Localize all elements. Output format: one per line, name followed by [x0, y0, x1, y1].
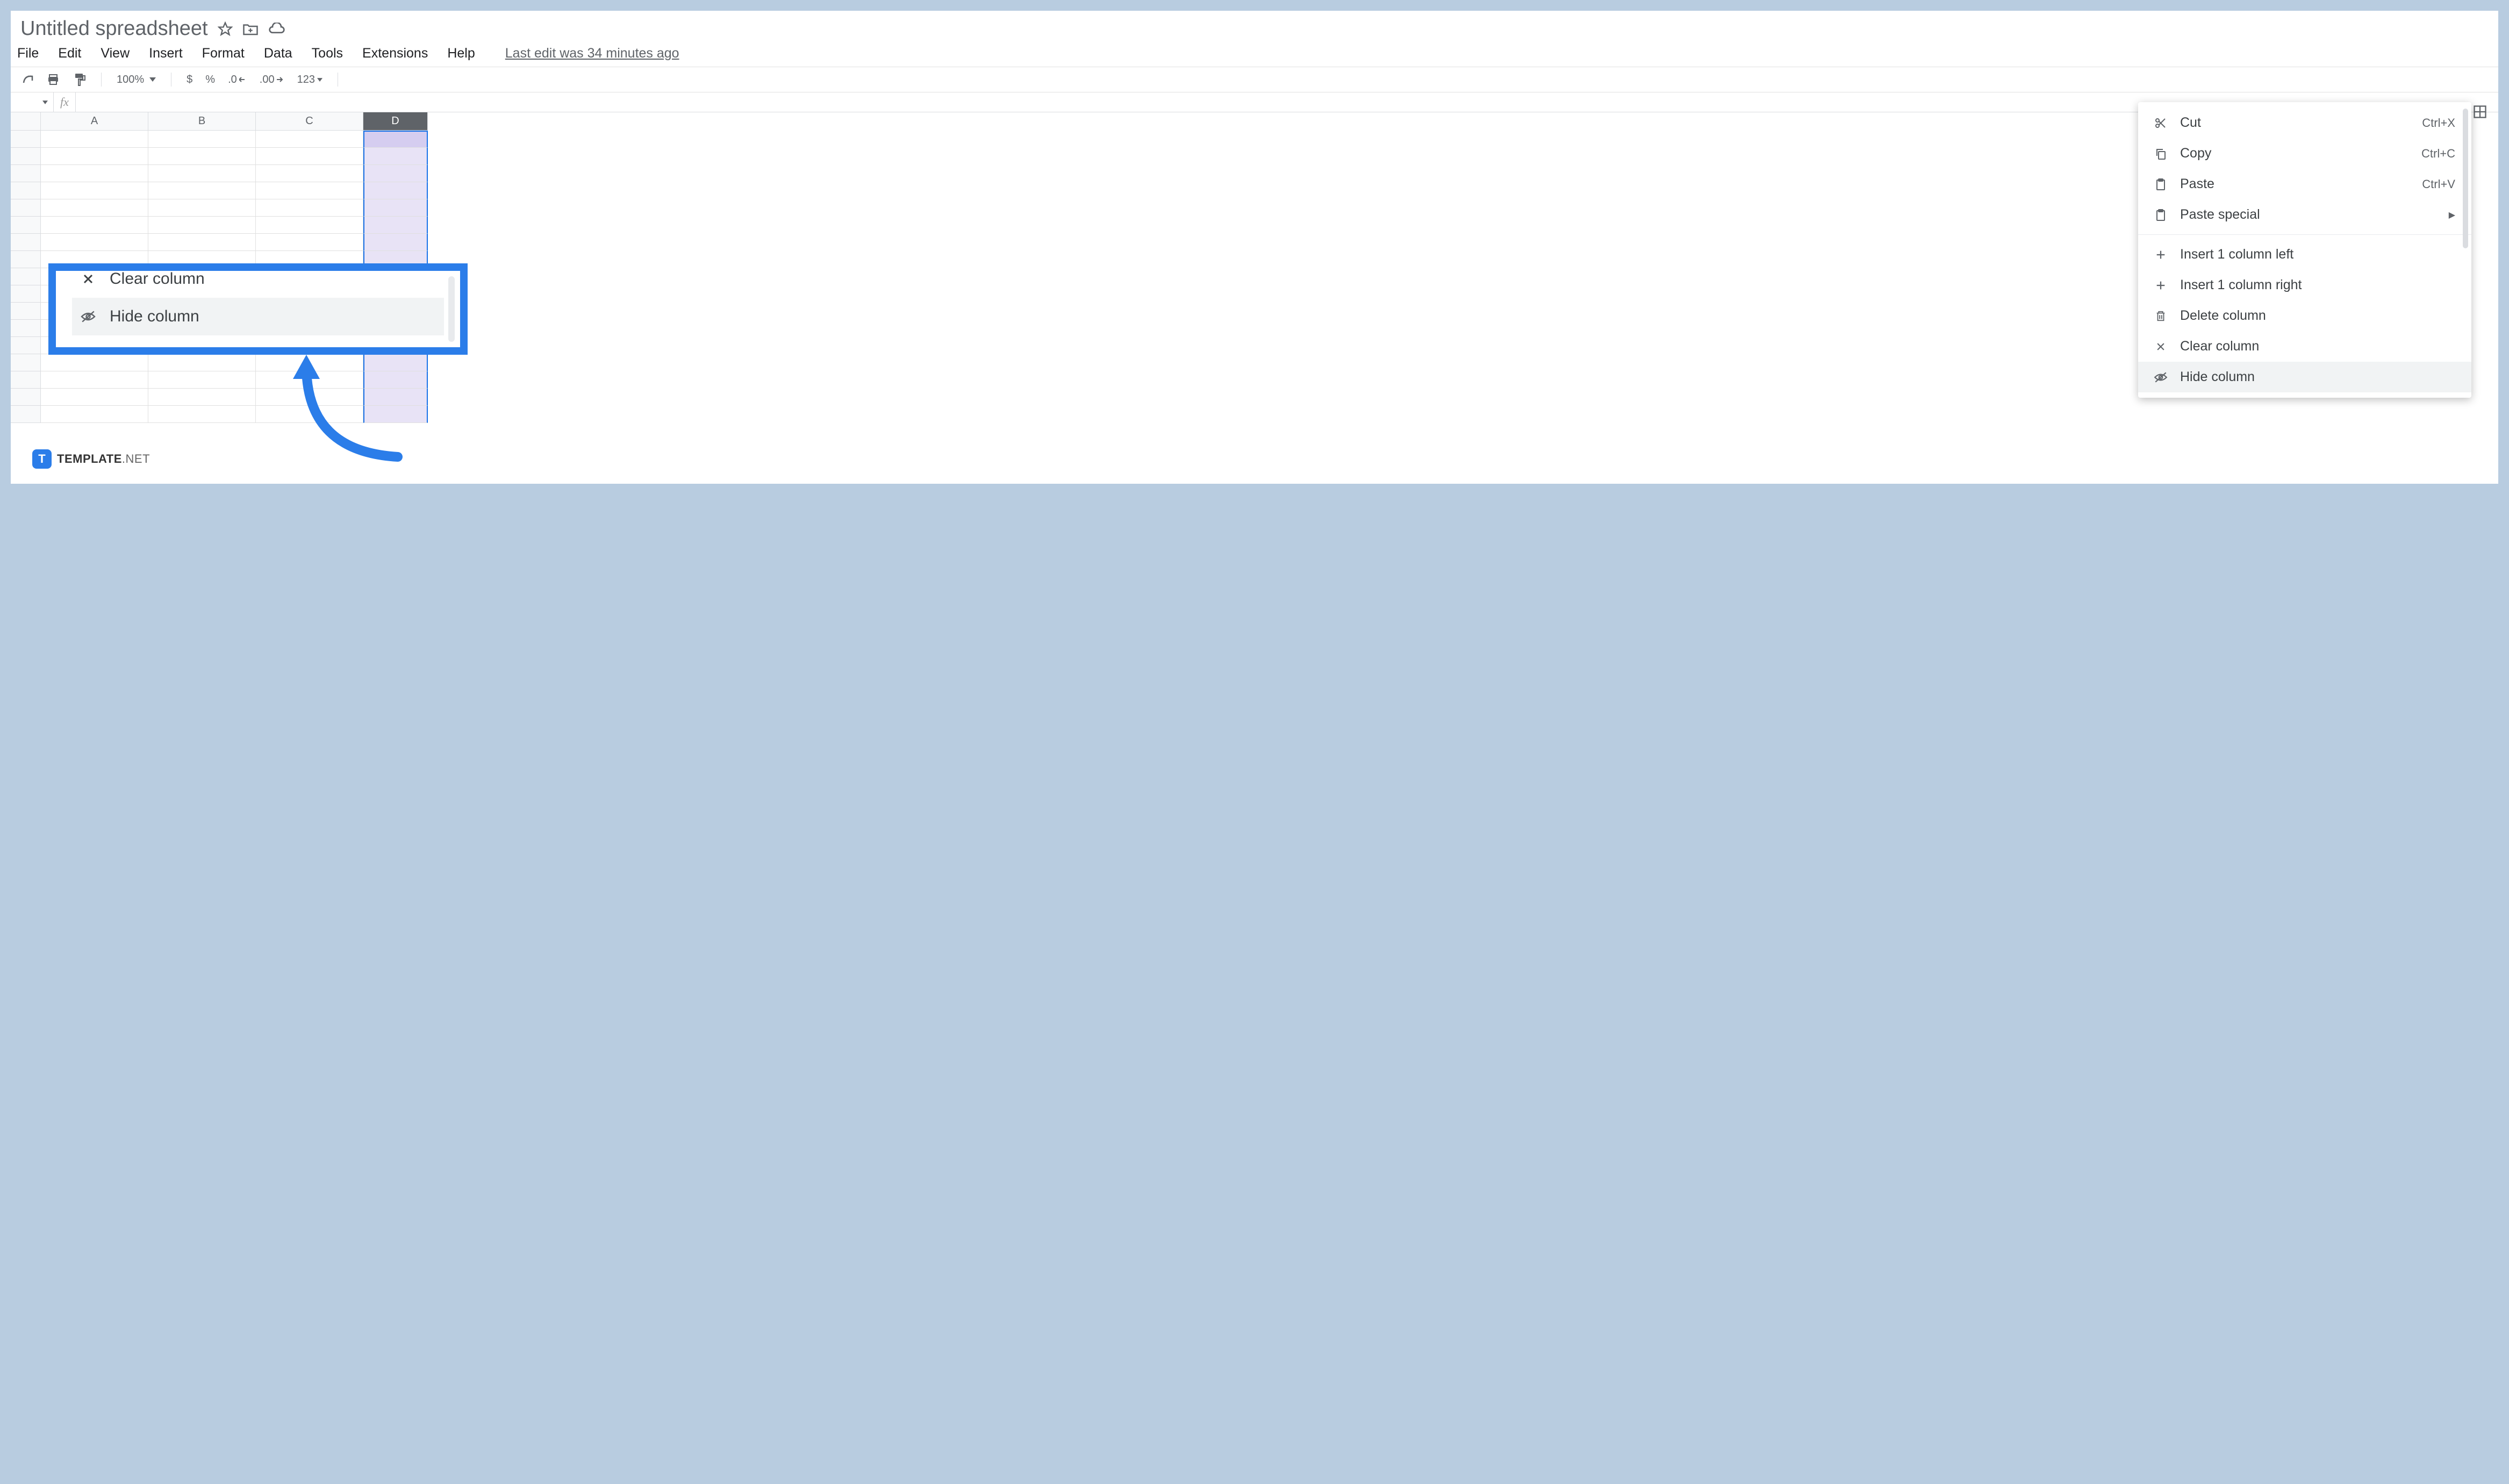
- formula-input[interactable]: [75, 92, 2498, 112]
- cm-insert-left[interactable]: Insert 1 column left: [2138, 239, 2471, 270]
- menu-bar: File Edit View Insert Format Data Tools …: [11, 42, 2498, 67]
- template-logo-icon: T: [32, 449, 52, 469]
- menu-help[interactable]: Help: [447, 46, 475, 61]
- menu-insert[interactable]: Insert: [149, 46, 183, 61]
- plus-icon: [2153, 278, 2168, 293]
- cm-delete-column[interactable]: Delete column: [2138, 300, 2471, 331]
- column-headers: A B C D: [11, 112, 2498, 131]
- badge-tld: .NET: [122, 452, 150, 465]
- cm-hide-column[interactable]: Hide column: [2138, 362, 2471, 392]
- move-folder-icon[interactable]: [242, 22, 259, 36]
- cm-paste[interactable]: Paste Ctrl+V: [2138, 169, 2471, 199]
- scissors-icon: [2153, 116, 2168, 131]
- callout-clear-column: Clear column: [72, 263, 444, 298]
- print-icon[interactable]: [46, 73, 60, 86]
- trash-icon: [2153, 309, 2168, 324]
- paste-shortcut: Ctrl+V: [2422, 177, 2455, 191]
- eye-off-icon: [80, 308, 97, 325]
- last-edit-link[interactable]: Last edit was 34 minutes ago: [505, 46, 679, 61]
- formula-bar: fx: [11, 92, 2498, 112]
- more-formats[interactable]: 123: [297, 74, 322, 86]
- close-icon: [2153, 339, 2168, 354]
- menu-format[interactable]: Format: [202, 46, 245, 61]
- fx-icon: fx: [54, 95, 75, 109]
- column-header-a[interactable]: A: [41, 112, 148, 131]
- title-bar: Untitled spreadsheet: [11, 11, 2498, 42]
- cut-shortcut: Ctrl+X: [2422, 116, 2455, 130]
- menu-data[interactable]: Data: [264, 46, 292, 61]
- clipboard-icon: [2153, 177, 2168, 192]
- cm-clear-column[interactable]: Clear column: [2138, 331, 2471, 362]
- cloud-status-icon[interactable]: [268, 23, 285, 35]
- increase-decimal[interactable]: .00: [260, 74, 284, 86]
- decrease-decimal[interactable]: .0: [228, 74, 247, 86]
- cm-copy[interactable]: Copy Ctrl+C: [2138, 138, 2471, 169]
- menu-tools[interactable]: Tools: [312, 46, 343, 61]
- menu-file[interactable]: File: [17, 46, 39, 61]
- name-box[interactable]: [11, 92, 54, 112]
- redo-icon[interactable]: [20, 74, 33, 85]
- callout-highlight: Clear column Hide column: [48, 263, 468, 355]
- clipboard-special-icon: [2153, 207, 2168, 223]
- menu-view[interactable]: View: [101, 46, 130, 61]
- copy-shortcut: Ctrl+C: [2421, 147, 2455, 161]
- column-header-d[interactable]: D: [363, 112, 428, 131]
- menu-divider: [2138, 234, 2471, 235]
- cm-paste-special[interactable]: Paste special ▶: [2138, 199, 2471, 230]
- callout-scrollbar: [448, 276, 455, 342]
- context-menu-scrollbar[interactable]: [2463, 109, 2468, 391]
- spreadsheet-app: Untitled spreadsheet File Edit View Inse…: [11, 11, 2498, 484]
- column-header-c[interactable]: C: [256, 112, 363, 131]
- paint-format-icon[interactable]: [73, 73, 86, 87]
- cm-insert-right[interactable]: Insert 1 column right: [2138, 270, 2471, 300]
- select-all-corner[interactable]: [11, 112, 41, 131]
- currency-format[interactable]: $: [187, 74, 192, 86]
- template-net-badge: T TEMPLATE.NET: [32, 449, 150, 469]
- plus-icon: [2153, 247, 2168, 262]
- column-context-menu: Cut Ctrl+X Copy Ctrl+C Paste Ctrl+V Past…: [2138, 102, 2471, 398]
- badge-brand: TEMPLATE: [57, 452, 122, 465]
- percent-format[interactable]: %: [205, 74, 215, 86]
- submenu-arrow-icon: ▶: [2449, 210, 2455, 220]
- cm-cut[interactable]: Cut Ctrl+X: [2138, 107, 2471, 138]
- close-icon: [80, 270, 97, 288]
- column-header-b[interactable]: B: [148, 112, 256, 131]
- doc-title[interactable]: Untitled spreadsheet: [20, 17, 208, 40]
- callout-hide-column[interactable]: Hide column: [72, 298, 444, 335]
- toolbar: 100% $ % .0 .00 123: [11, 67, 2498, 92]
- star-icon[interactable]: [218, 21, 233, 37]
- zoom-dropdown[interactable]: 100%: [117, 74, 156, 86]
- eye-off-icon: [2153, 370, 2168, 385]
- menu-extensions[interactable]: Extensions: [362, 46, 428, 61]
- menu-edit[interactable]: Edit: [58, 46, 81, 61]
- copy-icon: [2153, 146, 2168, 161]
